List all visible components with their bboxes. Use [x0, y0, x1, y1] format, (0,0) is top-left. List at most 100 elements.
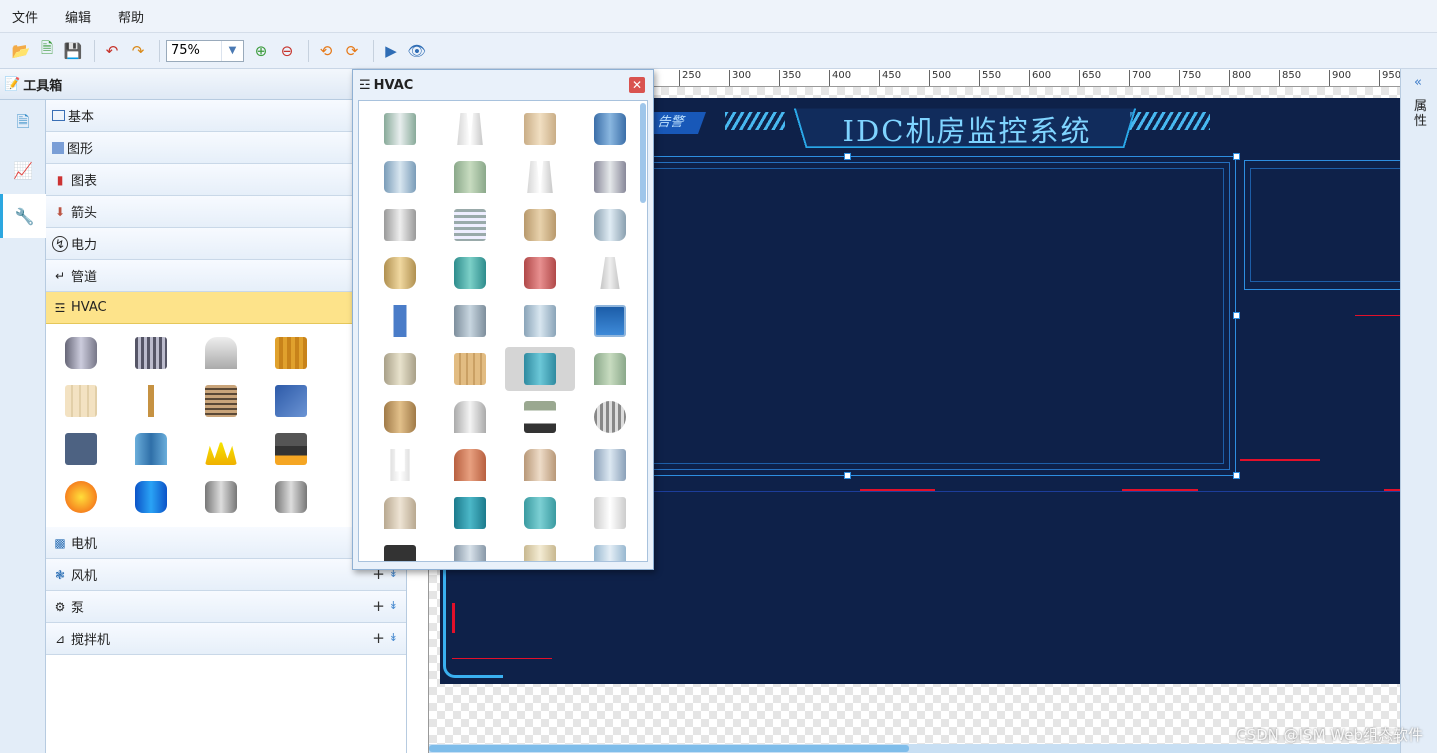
zoom-input[interactable]: [167, 43, 221, 58]
hvac-item[interactable]: [365, 201, 435, 249]
hvac-item[interactable]: [435, 105, 505, 153]
zoom-out-icon[interactable]: ⊖: [276, 40, 298, 62]
menu-file[interactable]: 文件: [12, 7, 38, 26]
category-label: 管道: [71, 270, 98, 285]
tab-chart[interactable]: 📈: [0, 148, 46, 192]
hvac-item[interactable]: [435, 537, 505, 561]
property-panel-label[interactable]: 属性: [1414, 99, 1428, 129]
hvac-item[interactable]: [575, 249, 645, 297]
hvac-item[interactable]: [256, 377, 326, 425]
hvac-item[interactable]: [505, 105, 575, 153]
hvac-item[interactable]: [256, 329, 326, 377]
tab-document[interactable]: 🗎: [0, 102, 46, 146]
hvac-item[interactable]: [256, 425, 326, 473]
hvac-item[interactable]: [365, 537, 435, 561]
preview-eye-icon[interactable]: 👁: [406, 40, 428, 62]
hvac-item[interactable]: [575, 201, 645, 249]
hvac-item[interactable]: [505, 249, 575, 297]
hvac-item[interactable]: [575, 489, 645, 537]
hvac-item[interactable]: [365, 105, 435, 153]
selection-handle[interactable]: [1233, 153, 1240, 160]
redo-icon[interactable]: ↷: [127, 40, 149, 62]
horizontal-scrollbar[interactable]: [429, 744, 1400, 753]
undo-icon[interactable]: ↶: [101, 40, 123, 62]
hvac-item[interactable]: [435, 297, 505, 345]
run-icon[interactable]: ▶: [380, 40, 402, 62]
menu-help[interactable]: 帮助: [118, 7, 144, 26]
hvac-item[interactable]: [435, 153, 505, 201]
chevron-double-down-icon[interactable]: ↡: [389, 598, 398, 614]
hvac-item[interactable]: [505, 153, 575, 201]
hvac-item[interactable]: [435, 441, 505, 489]
hvac-item[interactable]: [186, 473, 256, 521]
hvac-item-selected[interactable]: [505, 347, 575, 391]
hvac-item[interactable]: [435, 201, 505, 249]
ruler-mark: 750: [1179, 70, 1201, 86]
zoom-in-icon[interactable]: ⊕: [250, 40, 272, 62]
hvac-item[interactable]: [46, 329, 116, 377]
hvac-item[interactable]: [435, 393, 505, 441]
add-icon[interactable]: +: [372, 598, 385, 614]
rotate-left-icon[interactable]: ⟲: [315, 40, 337, 62]
selection-handle[interactable]: [1233, 472, 1240, 479]
hvac-item[interactable]: [186, 377, 256, 425]
hvac-item[interactable]: [116, 473, 186, 521]
hvac-item[interactable]: [435, 345, 505, 393]
hvac-item[interactable]: [575, 537, 645, 561]
hvac-item[interactable]: [505, 297, 575, 345]
add-icon[interactable]: +: [372, 630, 385, 646]
hvac-item[interactable]: [505, 393, 575, 441]
property-panel: « 属性: [1400, 69, 1437, 753]
hvac-item[interactable]: [575, 441, 645, 489]
rotate-right-icon[interactable]: ⟳: [341, 40, 363, 62]
hvac-item[interactable]: [435, 489, 505, 537]
hvac-item[interactable]: [46, 425, 116, 473]
selection-handle[interactable]: [1233, 312, 1240, 319]
hvac-item[interactable]: [116, 425, 186, 473]
alarm-line: [1355, 315, 1400, 316]
hvac-item[interactable]: [575, 153, 645, 201]
hvac-item[interactable]: [505, 537, 575, 561]
hvac-item[interactable]: [505, 489, 575, 537]
selection-handle[interactable]: [844, 153, 851, 160]
hvac-item[interactable]: [46, 377, 116, 425]
tab-tools[interactable]: 🔧: [0, 194, 46, 238]
hvac-item[interactable]: [505, 201, 575, 249]
hvac-item[interactable]: [365, 249, 435, 297]
scrollbar-thumb[interactable]: [429, 745, 909, 752]
hvac-item[interactable]: [435, 249, 505, 297]
category-pumps[interactable]: ⚙ 泵 + ↡: [46, 591, 406, 623]
hvac-item[interactable]: [575, 297, 645, 345]
side-frame-inner: [1250, 168, 1400, 282]
selection-handle[interactable]: [844, 472, 851, 479]
hvac-item[interactable]: [365, 489, 435, 537]
hvac-item[interactable]: [256, 473, 326, 521]
hvac-item[interactable]: [116, 329, 186, 377]
menu-edit[interactable]: 编辑: [65, 7, 91, 26]
hvac-item[interactable]: [575, 345, 645, 393]
hvac-item[interactable]: [365, 297, 435, 345]
hvac-item[interactable]: [116, 377, 186, 425]
hvac-item[interactable]: [575, 393, 645, 441]
save-icon[interactable]: 💾: [62, 40, 84, 62]
new-file-icon[interactable]: 🗎: [36, 39, 58, 62]
title-stripes-right: [1130, 112, 1210, 130]
hvac-item[interactable]: [365, 345, 435, 393]
hvac-item[interactable]: [365, 393, 435, 441]
close-icon[interactable]: ✕: [629, 77, 645, 93]
open-folder-icon[interactable]: 📂: [10, 40, 32, 62]
hvac-item[interactable]: [575, 105, 645, 153]
hvac-item[interactable]: [46, 473, 116, 521]
chevron-double-down-icon[interactable]: ↡: [389, 630, 398, 646]
collapse-left-icon[interactable]: «: [1414, 75, 1422, 90]
category-mixers[interactable]: ⊿ 搅拌机 + ↡: [46, 623, 406, 655]
hvac-item[interactable]: [365, 153, 435, 201]
hvac-item[interactable]: [505, 441, 575, 489]
zoom-select[interactable]: ▼: [166, 39, 244, 62]
hvac-item[interactable]: [186, 425, 256, 473]
hvac-item[interactable]: [365, 441, 435, 489]
ruler-mark: 900: [1329, 70, 1351, 86]
popup-scrollbar-thumb[interactable]: [640, 103, 646, 203]
chevron-down-icon[interactable]: ▼: [221, 40, 243, 61]
hvac-item[interactable]: [186, 329, 256, 377]
